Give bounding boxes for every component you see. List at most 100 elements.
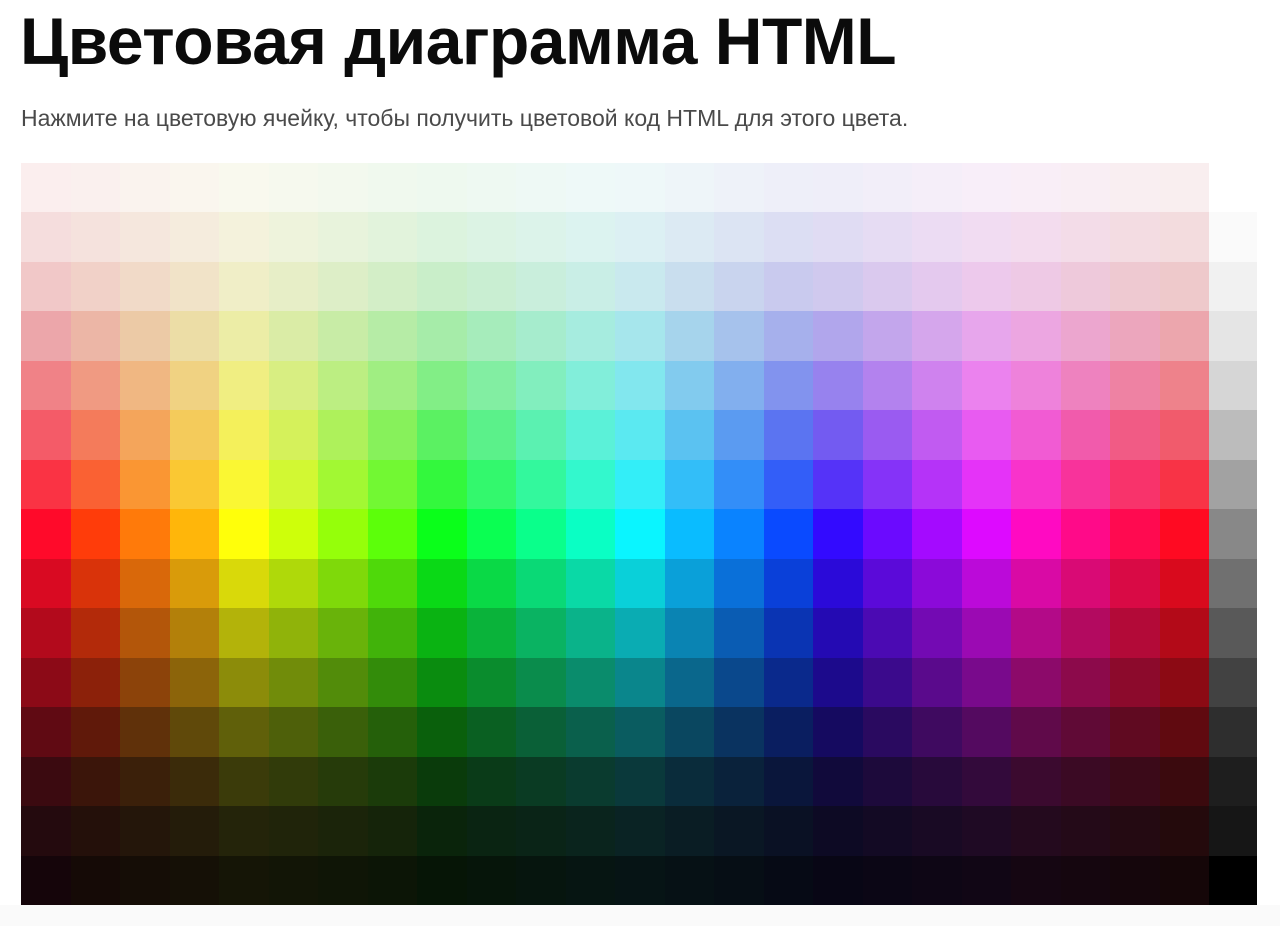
color-cell[interactable] bbox=[219, 608, 269, 658]
color-cell[interactable] bbox=[1060, 855, 1110, 905]
color-cell[interactable] bbox=[318, 558, 368, 609]
color-cell[interactable] bbox=[714, 360, 764, 411]
color-cell[interactable] bbox=[664, 707, 714, 757]
color-cell[interactable] bbox=[714, 855, 764, 905]
color-cell[interactable] bbox=[615, 410, 665, 460]
color-cell[interactable] bbox=[1011, 410, 1061, 460]
color-cell[interactable] bbox=[318, 707, 368, 757]
color-cell[interactable] bbox=[912, 806, 962, 856]
color-cell[interactable] bbox=[318, 509, 368, 559]
color-cell[interactable] bbox=[961, 459, 1011, 510]
color-cell[interactable] bbox=[961, 707, 1011, 757]
color-cell[interactable] bbox=[1209, 311, 1257, 361]
color-cell[interactable] bbox=[268, 410, 318, 460]
color-cell[interactable] bbox=[961, 608, 1011, 658]
color-cell[interactable] bbox=[1110, 756, 1160, 807]
color-cell[interactable] bbox=[120, 360, 170, 411]
color-cell[interactable] bbox=[120, 707, 170, 757]
color-cell[interactable] bbox=[268, 558, 318, 609]
color-cell[interactable] bbox=[516, 707, 566, 757]
color-cell[interactable] bbox=[169, 163, 219, 213]
color-cell[interactable] bbox=[417, 707, 467, 757]
color-cell[interactable] bbox=[169, 410, 219, 460]
color-cell[interactable] bbox=[813, 261, 863, 312]
color-cell[interactable] bbox=[813, 756, 863, 807]
color-cell[interactable] bbox=[120, 311, 170, 361]
color-cell[interactable] bbox=[714, 410, 764, 460]
color-cell[interactable] bbox=[1110, 360, 1160, 411]
color-cell[interactable] bbox=[219, 657, 269, 708]
color-cell[interactable] bbox=[813, 707, 863, 757]
color-cell[interactable] bbox=[714, 806, 764, 856]
color-cell[interactable] bbox=[367, 707, 417, 757]
color-cell[interactable] bbox=[912, 657, 962, 708]
color-cell[interactable] bbox=[120, 756, 170, 807]
color-cell[interactable] bbox=[466, 311, 516, 361]
color-cell[interactable] bbox=[615, 558, 665, 609]
color-cell[interactable] bbox=[1209, 707, 1257, 757]
color-cell[interactable] bbox=[1159, 558, 1209, 609]
color-cell[interactable] bbox=[169, 261, 219, 312]
color-cell[interactable] bbox=[961, 311, 1011, 361]
color-cell[interactable] bbox=[466, 261, 516, 312]
color-cell[interactable] bbox=[268, 212, 318, 262]
color-cell[interactable] bbox=[1011, 707, 1061, 757]
color-cell[interactable] bbox=[21, 212, 71, 262]
color-cell[interactable] bbox=[862, 509, 912, 559]
color-cell[interactable] bbox=[615, 261, 665, 312]
color-cell[interactable] bbox=[516, 558, 566, 609]
color-cell[interactable] bbox=[169, 806, 219, 856]
color-cell[interactable] bbox=[318, 608, 368, 658]
color-cell[interactable] bbox=[219, 756, 269, 807]
color-cell[interactable] bbox=[318, 212, 368, 262]
color-cell[interactable] bbox=[615, 360, 665, 411]
color-cell[interactable] bbox=[417, 360, 467, 411]
color-cell[interactable] bbox=[1209, 657, 1257, 708]
color-cell[interactable] bbox=[565, 509, 615, 559]
color-cell[interactable] bbox=[1110, 261, 1160, 312]
color-cell[interactable] bbox=[1110, 806, 1160, 856]
color-cell[interactable] bbox=[516, 459, 566, 510]
color-cell[interactable] bbox=[714, 311, 764, 361]
color-cell[interactable] bbox=[516, 657, 566, 708]
color-cell[interactable] bbox=[1060, 311, 1110, 361]
color-cell[interactable] bbox=[1060, 806, 1110, 856]
color-cell[interactable] bbox=[1060, 410, 1110, 460]
color-cell[interactable] bbox=[169, 855, 219, 905]
color-cell[interactable] bbox=[1159, 855, 1209, 905]
color-cell[interactable] bbox=[1060, 558, 1110, 609]
color-cell[interactable] bbox=[763, 261, 813, 312]
color-cell[interactable] bbox=[1209, 608, 1257, 658]
color-cell[interactable] bbox=[466, 459, 516, 510]
color-cell[interactable] bbox=[1159, 459, 1209, 510]
color-cell[interactable] bbox=[912, 360, 962, 411]
color-cell[interactable] bbox=[763, 509, 813, 559]
color-cell[interactable] bbox=[1011, 212, 1061, 262]
color-cell[interactable] bbox=[862, 855, 912, 905]
color-cell[interactable] bbox=[961, 212, 1011, 262]
color-cell[interactable] bbox=[615, 756, 665, 807]
color-cell[interactable] bbox=[763, 163, 813, 213]
color-cell[interactable] bbox=[268, 657, 318, 708]
color-cell[interactable] bbox=[862, 756, 912, 807]
color-cell[interactable] bbox=[1060, 212, 1110, 262]
color-cell[interactable] bbox=[367, 261, 417, 312]
color-cell[interactable] bbox=[268, 756, 318, 807]
color-cell[interactable] bbox=[615, 163, 665, 213]
color-cell[interactable] bbox=[318, 657, 368, 708]
color-cell[interactable] bbox=[1209, 558, 1257, 609]
color-cell[interactable] bbox=[70, 608, 120, 658]
color-cell[interactable] bbox=[1060, 608, 1110, 658]
color-cell[interactable] bbox=[120, 608, 170, 658]
color-cell[interactable] bbox=[417, 459, 467, 510]
color-cell[interactable] bbox=[417, 558, 467, 609]
color-cell[interactable] bbox=[714, 509, 764, 559]
color-cell[interactable] bbox=[169, 608, 219, 658]
color-cell[interactable] bbox=[763, 410, 813, 460]
color-cell[interactable] bbox=[219, 163, 269, 213]
color-cell[interactable] bbox=[1159, 410, 1209, 460]
color-cell[interactable] bbox=[219, 459, 269, 510]
color-cell[interactable] bbox=[615, 657, 665, 708]
color-cell[interactable] bbox=[318, 261, 368, 312]
color-cell[interactable] bbox=[268, 509, 318, 559]
